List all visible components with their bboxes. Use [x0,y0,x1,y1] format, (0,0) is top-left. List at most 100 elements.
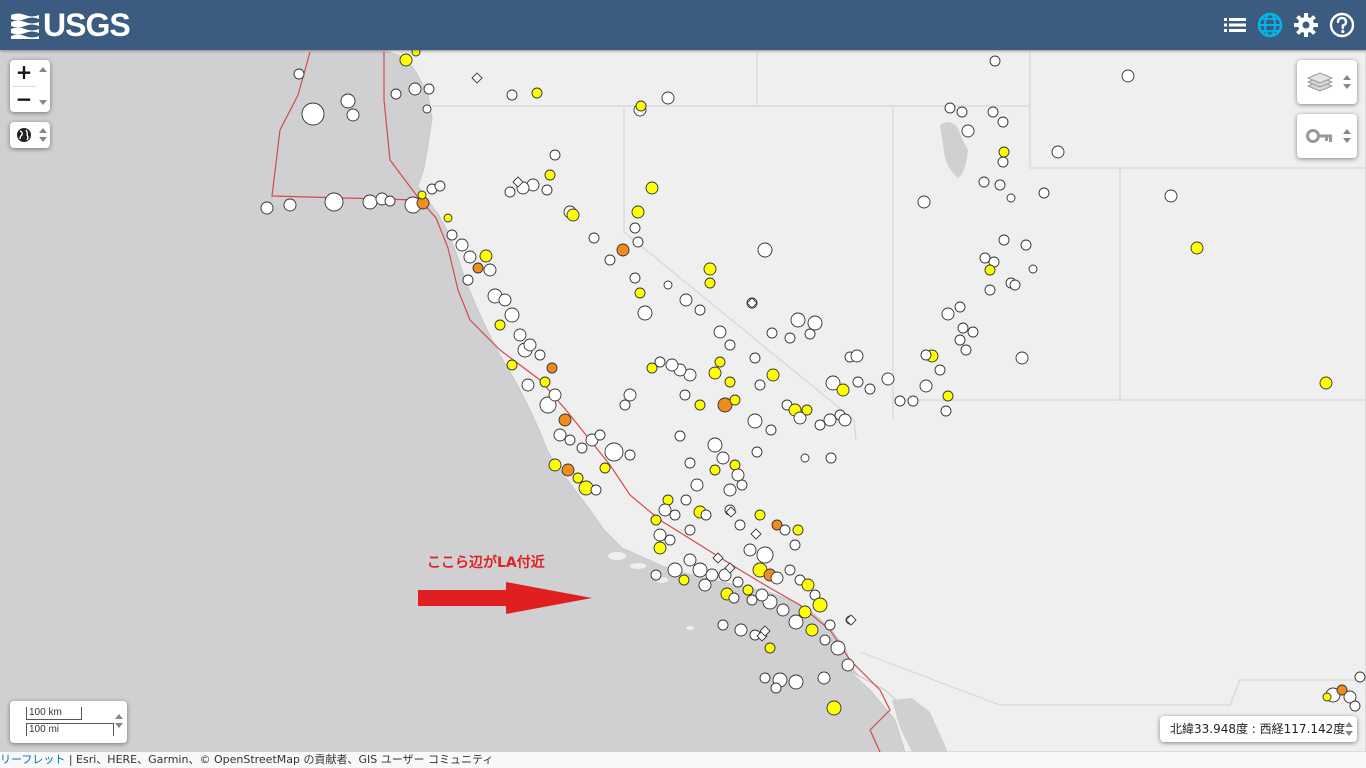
zoom-in-stepper[interactable] [39,64,47,84]
earthquake-marker[interactable] [578,480,594,496]
earthquake-marker[interactable] [665,358,679,372]
earthquake-marker[interactable] [1190,241,1204,255]
earthquake-marker[interactable] [798,605,812,619]
earthquake-marker[interactable] [714,356,726,368]
earthquake-marker[interactable] [784,332,796,344]
earthquake-marker[interactable] [506,359,518,371]
earthquake-marker[interactable] [399,53,413,67]
earthquake-marker[interactable] [998,234,1010,246]
earthquake-marker[interactable] [616,243,630,257]
earthquake-marker[interactable] [934,364,946,376]
zoom-out-button[interactable]: − [12,86,36,113]
earthquake-marker[interactable] [1354,671,1366,683]
scale-stepper[interactable] [115,711,123,731]
earthquake-marker[interactable] [979,252,991,264]
earthquake-marker[interactable] [801,404,813,416]
earthquake-marker[interactable] [340,93,356,109]
earthquake-marker[interactable] [998,146,1010,158]
earthquake-marker[interactable] [1164,189,1178,203]
earthquake-marker[interactable] [680,494,692,506]
legend-stepper[interactable] [1343,126,1351,146]
earthquake-marker[interactable] [650,514,662,526]
earthquake-marker[interactable] [907,395,919,407]
legend-control[interactable] [1297,114,1357,158]
earthquake-marker[interactable] [807,315,823,331]
earthquake-marker[interactable] [864,383,876,395]
earthquake-marker[interactable] [754,509,766,521]
earthquake-marker[interactable] [766,368,780,382]
earthquake-marker[interactable] [978,176,990,188]
earthquake-marker[interactable] [260,201,274,215]
earthquake-marker[interactable] [850,349,864,363]
earthquake-marker[interactable] [944,102,956,114]
earthquake-marker[interactable] [723,483,737,497]
earthquake-marker[interactable] [531,87,543,99]
earthquake-marker[interactable] [1006,193,1016,203]
earthquake-marker[interactable] [1009,279,1021,291]
earthquake-marker[interactable] [954,334,966,346]
earthquake-marker[interactable] [954,301,966,313]
earthquake-marker[interactable] [635,100,647,112]
earthquake-marker[interactable] [324,192,344,212]
earthquake-marker[interactable] [446,229,458,241]
earthquake-marker[interactable] [301,102,325,126]
earthquake-marker[interactable] [770,682,782,694]
earthquake-marker[interactable] [623,388,637,402]
earthquake-marker[interactable] [541,184,553,196]
earthquake-marker[interactable] [920,349,932,361]
earthquake-marker[interactable] [989,55,1001,67]
earthquake-marker[interactable] [667,562,683,578]
earthquake-marker[interactable] [455,238,469,252]
leaflet-link[interactable]: リーフレット [0,753,65,766]
earthquake-marker[interactable] [417,190,427,200]
earthquake-marker[interactable] [679,293,693,307]
earthquake-marker[interactable] [694,304,706,316]
earthquake-marker[interactable] [662,494,674,506]
earthquake-marker[interactable] [819,634,831,646]
earthquake-marker[interactable] [411,50,421,57]
earthquake-marker[interactable] [917,195,931,209]
earthquake-marker[interactable] [838,413,852,427]
earthquake-marker[interactable] [826,700,842,716]
earthquake-marker[interactable] [823,413,837,427]
earthquake-marker[interactable] [734,623,748,637]
earthquake-marker[interactable] [776,603,790,617]
earthquake-marker[interactable] [736,479,748,491]
earthquake-marker[interactable] [1051,145,1065,159]
earthquake-marker[interactable] [674,430,686,442]
earthquake-marker[interactable] [1028,264,1038,274]
earthquake-marker[interactable] [646,362,658,374]
earthquake-marker[interactable] [747,413,763,429]
earthquake-marker[interactable] [539,376,551,388]
earthquake-marker[interactable] [283,198,297,212]
earthquake-marker[interactable] [634,287,646,299]
earthquake-marker[interactable] [504,307,520,323]
earthquake-marker[interactable] [717,619,729,631]
earthquake-marker[interactable] [472,262,484,274]
earthquake-marker[interactable] [594,429,606,441]
earthquake-marker[interactable] [703,262,717,276]
world-view-control[interactable] [10,122,50,148]
earthquake-marker[interactable] [1038,187,1050,199]
zoom-in-button[interactable]: + [10,60,38,86]
earthquake-marker[interactable] [704,277,716,289]
earthquake-marker[interactable] [576,442,588,454]
earthquake-marker[interactable] [483,263,497,277]
earthquake-marker[interactable] [960,344,972,356]
earthquake-marker[interactable] [637,305,653,321]
earthquake-marker[interactable] [548,458,562,472]
earthquake-marker[interactable] [814,419,826,431]
earthquake-marker[interactable] [755,588,769,602]
earthquake-marker[interactable] [957,322,969,334]
earthquake-marker[interactable] [434,180,446,192]
list-icon[interactable] [1221,11,1249,39]
earthquake-marker[interactable] [788,614,804,630]
earthquake-marker[interactable] [734,519,746,531]
earthquake-marker[interactable] [729,459,741,471]
earthquake-marker[interactable] [1349,700,1361,712]
earthquake-marker[interactable] [631,205,645,219]
earthquake-marker[interactable] [919,379,933,393]
earthquake-marker[interactable] [801,578,815,592]
earthquake-marker[interactable] [731,468,745,482]
earthquake-marker[interactable] [390,88,402,100]
